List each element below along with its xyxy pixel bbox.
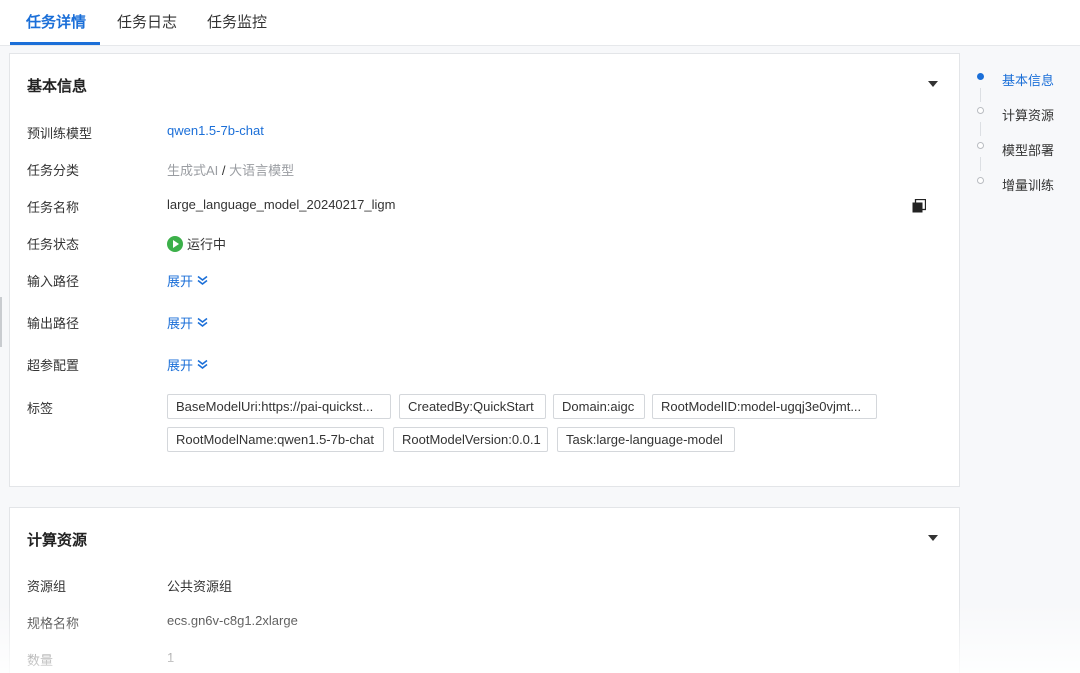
anchor-dot-active <box>977 73 984 80</box>
tag-base-model-uri: BaseModelUri:https://pai-quickst... <box>167 394 391 419</box>
tab-task-monitoring[interactable]: 任务监控 <box>207 0 267 46</box>
category-primary: 生成式AI <box>167 163 219 178</box>
anchor-dot <box>977 107 984 114</box>
tab-task-details[interactable]: 任务详情 <box>26 0 86 46</box>
tab-bar: 任务详情 任务日志 任务监控 <box>0 0 1080 46</box>
anchor-dot <box>977 142 984 149</box>
double-chevron-down-icon <box>197 317 208 328</box>
anchor-connector <box>980 122 981 136</box>
quantity-value: 1 <box>167 650 175 665</box>
tag-root-model-version: RootModelVersion:0.0.1 <box>393 427 548 452</box>
anchor-connector <box>980 88 981 102</box>
quantity-label: 数量 <box>27 653 54 668</box>
category-separator: / <box>218 163 230 178</box>
anchor-dot <box>977 177 984 184</box>
task-status-value: 运行中 <box>167 234 226 253</box>
compute-resources-card: 计算资源 资源组 公共资源组 规格名称 ecs.gn6v-c8g1.2xlarg… <box>9 507 960 673</box>
task-name-label: 任务名称 <box>27 200 80 215</box>
copy-icon[interactable] <box>912 199 926 213</box>
category-value: 生成式AI / 大语言模型 <box>167 160 294 179</box>
output-path-expand-button[interactable]: 展开 <box>167 313 208 332</box>
active-tab-indicator <box>10 42 100 45</box>
resource-group-value: 公共资源组 <box>167 579 233 594</box>
anchor-compute-resources[interactable]: 计算资源 <box>1002 105 1054 124</box>
input-path-expand-button[interactable]: 展开 <box>167 271 208 290</box>
compute-resources-title: 计算资源 <box>27 532 88 549</box>
tag-root-model-id: RootModelID:model-ugqj3e0vjmt... <box>652 394 877 419</box>
hyperparams-expand-label: 展开 <box>167 358 194 373</box>
task-status-text: 运行中 <box>187 237 227 252</box>
input-path-label: 输入路径 <box>27 274 80 289</box>
tags-label: 标签 <box>27 401 54 416</box>
double-chevron-down-icon <box>197 359 208 370</box>
pretrained-model-label: 预训练模型 <box>27 126 93 141</box>
tag-task: Task:large-language-model <box>557 427 735 452</box>
output-path-expand-label: 展开 <box>167 316 194 331</box>
tag-created-by: CreatedBy:QuickStart <box>399 394 546 419</box>
anchor-connector <box>980 157 981 171</box>
running-status-icon <box>167 236 183 252</box>
spec-name-label: 规格名称 <box>27 616 80 631</box>
task-name-value: large_language_model_20240217_ligm <box>167 197 396 212</box>
anchor-incremental-training[interactable]: 增量训练 <box>1002 175 1054 194</box>
collapse-compute-resources-icon[interactable] <box>928 535 938 541</box>
left-edge-handle[interactable] <box>0 297 2 347</box>
resource-group-label: 资源组 <box>27 579 67 594</box>
tag-root-model-name: RootModelName:qwen1.5-7b-chat <box>167 427 384 452</box>
anchor-model-deployment[interactable]: 模型部署 <box>1002 140 1054 159</box>
output-path-label: 输出路径 <box>27 316 80 331</box>
hyperparams-label: 超参配置 <box>27 358 80 373</box>
spec-name-value: ecs.gn6v-c8g1.2xlarge <box>167 613 298 628</box>
pretrained-model-link[interactable]: qwen1.5-7b-chat <box>167 123 264 138</box>
double-chevron-down-icon <box>197 275 208 286</box>
task-status-label: 任务状态 <box>27 237 80 252</box>
category-secondary: 大语言模型 <box>229 163 295 178</box>
hyperparams-expand-button[interactable]: 展开 <box>167 355 208 374</box>
category-label: 任务分类 <box>27 163 80 178</box>
tag-domain: Domain:aigc <box>553 394 645 419</box>
collapse-basic-info-icon[interactable] <box>928 81 938 87</box>
basic-info-title: 基本信息 <box>27 78 88 95</box>
basic-info-card: 基本信息 预训练模型 qwen1.5-7b-chat 任务分类 生成式AI / … <box>9 53 960 487</box>
tab-task-logs[interactable]: 任务日志 <box>117 0 177 46</box>
input-path-expand-label: 展开 <box>167 274 194 289</box>
anchor-basic-info[interactable]: 基本信息 <box>1002 70 1054 89</box>
